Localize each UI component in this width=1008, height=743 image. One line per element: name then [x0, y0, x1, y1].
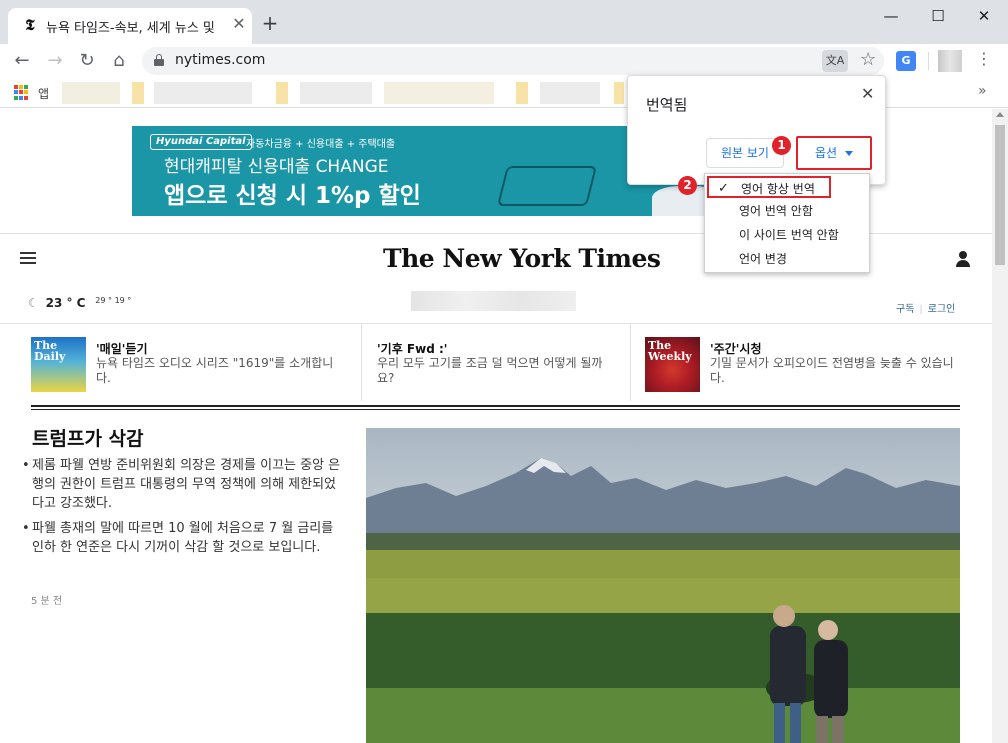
menu-item-never-translate-language[interactable]: 영어 번역 안함 — [705, 200, 871, 222]
briefing-item[interactable]: The Weekly '주간'시청 기밀 문서가 오피오이드 전염병을 늦출 수… — [645, 337, 965, 393]
translate-options-menu: ✓ 영어 항상 번역 영어 번역 안함 이 사이트 번역 안함 언어 변경 — [704, 173, 870, 273]
url-text[interactable]: nytimes.com — [175, 52, 265, 68]
summary-text: 제롬 파웰 연방 준비위원회 의장은 경제를 이끄는 중앙 은행의 권한이 트럼… — [22, 456, 342, 513]
the-daily-thumbnail: The Daily — [31, 337, 86, 392]
divider — [0, 323, 992, 324]
maximize-icon[interactable]: ☐ — [923, 6, 953, 26]
google-translate-extension-icon[interactable]: G — [896, 51, 916, 71]
close-icon[interactable]: ✕ — [861, 84, 874, 103]
divider — [630, 323, 631, 401]
tab-title: 뉴욕 타임즈-속보, 세계 뉴스 및 — [46, 17, 222, 36]
step-badge-1: 1 — [772, 136, 791, 155]
bookmark-item[interactable] — [132, 82, 144, 104]
nyt-logo[interactable]: The New York Times — [383, 244, 660, 273]
bookmark-item[interactable] — [300, 82, 372, 104]
scroll-thumb[interactable] — [995, 125, 1005, 265]
login-link[interactable]: 로그인 — [928, 304, 956, 315]
account-links: 구독|로그인 — [896, 300, 955, 315]
ad-offer: 앱으로 신청 시 1%p 할인 — [164, 176, 421, 210]
current-temperature: 23 ° C — [46, 296, 86, 310]
caret-down-icon — [845, 151, 853, 156]
step-badge-2: 2 — [678, 176, 697, 195]
profile-avatar[interactable] — [938, 50, 962, 72]
apps-grid-icon[interactable] — [14, 85, 29, 100]
kebab-menu-icon[interactable]: ⋮ — [976, 49, 992, 68]
summary-bullet: •제롬 파웰 연방 준비위원회 의장은 경제를 이끄는 중앙 은행의 권한이 트… — [22, 456, 342, 513]
briefing-title[interactable]: '주간'시청 — [710, 340, 762, 357]
bookmark-item[interactable] — [62, 82, 120, 104]
the-weekly-thumbnail: The Weekly — [645, 337, 700, 392]
bookmark-item[interactable] — [516, 82, 528, 104]
scrollbar[interactable] — [992, 109, 1008, 743]
back-arrow-icon[interactable]: ← — [10, 49, 34, 73]
home-icon[interactable]: ⌂ — [107, 49, 131, 73]
window-close-icon[interactable]: ✕ — [969, 6, 999, 26]
bookmark-item[interactable] — [540, 82, 600, 104]
browser-toolbar: ← → ↻ ⌂ nytimes.com 文A ☆ G ⋮ — [0, 44, 1008, 78]
checkmark-icon: ✓ — [718, 178, 729, 200]
briefing-title[interactable]: '매일'듣기 — [96, 340, 148, 357]
bookmarks-overflow-icon[interactable]: » — [978, 83, 987, 99]
ad-headline: 현대캐피탈 신용대출 CHANGE — [164, 152, 388, 177]
translate-bubble: 번역됨 ✕ 원본 보기 옵션 1 — [627, 75, 886, 185]
summary-text: 파웰 총재의 말에 따르면 10 월에 처음으로 7 월 금리를 인하 한 연준… — [22, 519, 342, 557]
moon-cloud-icon: ☾ — [28, 296, 39, 310]
menu-item-never-translate-site[interactable]: 이 사이트 번역 안함 — [705, 224, 871, 246]
bookmark-item[interactable] — [276, 82, 288, 104]
summary-bullet: •파웰 총재의 말에 따르면 10 월에 처음으로 7 월 금리를 인하 한 연… — [22, 519, 342, 557]
weather-widget[interactable]: ☾ 23 ° C 29 ° 19 ° — [28, 296, 131, 310]
bookmark-item[interactable] — [384, 82, 494, 104]
timestamp: 5 분 전 — [31, 592, 62, 607]
lead-photo[interactable] — [366, 428, 960, 743]
reload-icon[interactable]: ↻ — [75, 49, 99, 73]
new-tab-button[interactable]: + — [260, 13, 280, 33]
bookmark-item[interactable] — [614, 82, 624, 104]
lead-headline[interactable]: 트럼프가 삭감 — [32, 424, 144, 451]
user-account-icon[interactable] — [955, 251, 971, 269]
translate-icon[interactable]: 文A — [822, 50, 848, 72]
briefing-desc: 뉴욕 타임즈 오디오 시리즈 "1619"를 소개합니다. — [96, 356, 346, 386]
star-icon[interactable]: ☆ — [860, 49, 876, 70]
nyt-favicon-icon: 𝕿 — [22, 17, 38, 33]
options-label: 옵션 — [815, 146, 837, 160]
date-text — [411, 291, 576, 311]
tab-close-icon[interactable]: ✕ — [230, 15, 248, 33]
menu-item-change-language[interactable]: 언어 변경 — [705, 248, 871, 270]
forward-arrow-icon[interactable]: → — [43, 49, 67, 73]
address-bar[interactable]: nytimes.com 文A ☆ — [142, 47, 884, 75]
ad-tags: 자동차금융 + 신용대출 + 주택대출 — [246, 135, 395, 150]
menu-item-label: 영어 항상 번역 — [741, 182, 815, 196]
briefing-title[interactable]: '기후 Fwd :' — [377, 340, 447, 357]
scroll-up-icon[interactable] — [996, 112, 1004, 117]
temperature-range: 29 ° 19 ° — [95, 296, 131, 305]
minimize-icon[interactable]: — — [876, 6, 906, 26]
options-button[interactable]: 옵션 — [796, 136, 872, 170]
tab-strip: 𝕿 뉴욕 타임즈-속보, 세계 뉴스 및 ✕ + — ☐ ✕ — [0, 0, 1008, 44]
hamburger-menu-icon[interactable] — [20, 252, 36, 264]
briefing-desc: 기밀 문서가 오피오이드 전염병을 늦출 수 있습니다. — [710, 356, 955, 386]
menu-item-always-translate[interactable]: ✓ 영어 항상 번역 — [707, 176, 831, 198]
section-divider — [31, 405, 960, 410]
translate-status-title: 번역됨 — [646, 94, 687, 115]
briefing-item[interactable]: '기후 Fwd :' 우리 모두 고기를 조금 덜 먹으면 어떻게 될까요? — [312, 337, 632, 393]
apps-label[interactable]: 앱 — [38, 85, 49, 102]
briefing-desc: 우리 모두 고기를 조금 덜 먹으면 어떻게 될까요? — [377, 356, 617, 386]
ad-brand-logo: Hyundai Capital — [150, 134, 252, 150]
subscribe-link[interactable]: 구독 — [896, 304, 914, 315]
mountain-landscape-image — [366, 428, 960, 743]
lock-icon[interactable] — [154, 54, 164, 66]
briefing-item[interactable]: The Daily '매일'듣기 뉴욕 타임즈 오디오 시리즈 "1619"를 … — [31, 337, 351, 393]
tab-nytimes[interactable]: 𝕿 뉴욕 타임즈-속보, 세계 뉴스 및 ✕ — [8, 8, 252, 44]
ad-illustration — [497, 166, 597, 206]
toolbar-divider — [928, 52, 929, 70]
bookmark-item[interactable] — [154, 82, 252, 104]
